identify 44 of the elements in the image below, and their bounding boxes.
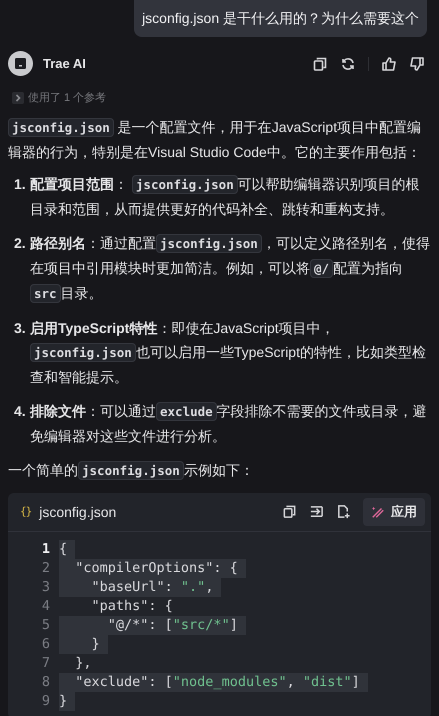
- line-number: 9: [40, 692, 50, 710]
- inline-code: src: [30, 284, 61, 302]
- insert-icon[interactable]: [309, 504, 324, 519]
- apply-button[interactable]: 应用: [363, 498, 425, 526]
- new-file-icon[interactable]: [336, 504, 351, 519]
- inline-code: exclude: [156, 402, 217, 420]
- paragraph: jsconfig.json 是一个配置文件，用于在JavaScript项目中配置编辑器的行为，特别是在Visual Studio Code中。它的主要作用包括：: [8, 116, 422, 162]
- paragraph: 配置项目范围： jsconfig.json 可以帮助编辑器识别项目的根目录和范围，从而提供更好的代码补全、跳转和重构支持。: [30, 174, 421, 218]
- list-number: 2.: [14, 234, 27, 252]
- line-number: 5: [40, 616, 50, 634]
- avatar-icon: [8, 51, 33, 76]
- inline-code: jsconfig.json: [30, 342, 136, 362]
- json-icon: {}: [20, 505, 32, 518]
- inline-code: jsconfig.json: [8, 118, 114, 136]
- line-number: 3: [40, 578, 50, 596]
- inline-code: jsconfig.json: [78, 460, 184, 480]
- line-number: 8: [40, 672, 50, 692]
- code-line: "paths": {: [90, 596, 174, 616]
- inline-code: @/: [310, 258, 334, 278]
- user-message: jsconfig.json 是干什么用的？为什么需要这个: [134, 0, 427, 37]
- file-name: jsconfig.json: [39, 504, 116, 520]
- line-number: 6: [40, 634, 50, 654]
- line-number: 4: [40, 596, 50, 616]
- thumbs-up-icon[interactable]: [381, 56, 397, 72]
- list-number: 1.: [14, 174, 27, 194]
- paragraph: 路径别名：通过配置 jsconfig.json ，可以定义路径别名，使得在项目中引用模块时更加简洁。例如，可以将 @/ 配置为指向 src 目录。: [30, 232, 431, 304]
- inline-code: jsconfig.json: [156, 234, 262, 252]
- inline-code: jsconfig.json: [132, 174, 238, 194]
- list-number: 3.: [14, 318, 27, 338]
- magic-wand-icon: [371, 504, 385, 518]
- refresh-icon[interactable]: [340, 56, 356, 72]
- paragraph: 启用TypeScript特性：即使在JavaScript项目中， jsconfig.json 也可以启用一些TypeScript的特性，比如类型检查和智能提示。: [30, 318, 427, 386]
- references-toggle[interactable]: 使用了 1 个参考: [12, 90, 106, 105]
- thumbs-down-icon[interactable]: [409, 56, 425, 72]
- line-number: 1: [40, 540, 50, 558]
- copy-icon[interactable]: [282, 504, 297, 519]
- paragraph: 一个简单的 jsconfig.json 示例如下：: [8, 460, 255, 482]
- list-number: 4.: [14, 402, 27, 420]
- line-number: 2: [40, 558, 50, 578]
- paragraph: 排除文件：可以通过 exclude 字段排除不需要的文件或目录，避免编辑器对这些文件进行分析。: [30, 400, 428, 446]
- copy-icon[interactable]: [312, 56, 328, 72]
- line-number: 7: [40, 654, 50, 672]
- code-line: },: [74, 654, 93, 672]
- assistant-name: Trae AI: [43, 56, 86, 71]
